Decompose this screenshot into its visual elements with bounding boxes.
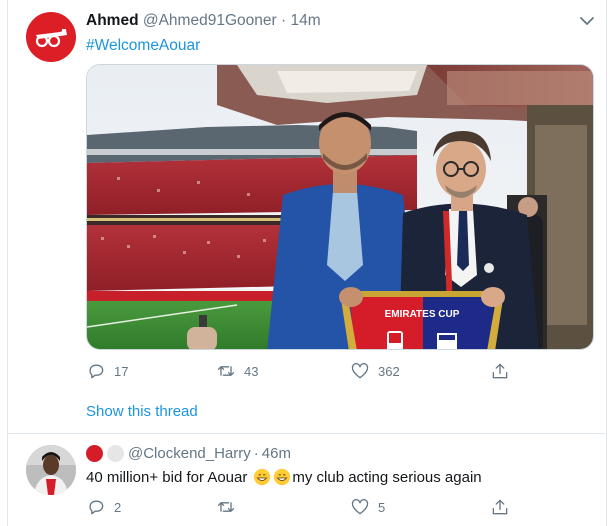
like-button[interactable]: 362 <box>350 359 400 383</box>
emirates-cup-pennant: EMIRATES CUP <box>341 291 503 349</box>
display-name[interactable]: Ahmed <box>86 12 139 29</box>
timeline-column: Ahmed @Ahmed91Gooner · 14m #WelcomeAouar <box>7 0 607 526</box>
reply-icon <box>89 500 104 515</box>
show-thread-link[interactable]: Show this thread <box>86 403 198 420</box>
retweet-icon <box>217 502 235 512</box>
reply-text: 40 million+ bid for Aouar my club acting… <box>86 468 482 486</box>
heart-icon <box>351 363 369 379</box>
avatar-photo <box>26 445 76 495</box>
tweet[interactable]: Ahmed @Ahmed91Gooner · 14m #WelcomeAouar <box>8 0 606 434</box>
reply-button[interactable]: 17 <box>86 359 128 383</box>
white-circle-icon <box>107 445 124 462</box>
retweet-button[interactable] <box>216 495 244 519</box>
share-icon <box>492 363 508 379</box>
share-button[interactable] <box>490 495 518 519</box>
pennant-text: EMIRATES CUP <box>385 309 460 320</box>
hashtag-link[interactable]: #WelcomeAouar <box>86 37 200 55</box>
user-handle[interactable]: @Clockend_Harry <box>128 445 251 462</box>
share-icon <box>492 499 508 515</box>
like-button[interactable]: 5 <box>350 495 385 519</box>
reply-icon <box>89 364 104 379</box>
avatar[interactable] <box>26 445 76 495</box>
reply-count: 2 <box>114 499 122 515</box>
red-circle-icon <box>86 445 103 462</box>
avatar[interactable] <box>26 12 76 62</box>
grinning-emoji-icon <box>254 468 271 486</box>
heart-icon <box>351 499 369 515</box>
reply-tweet[interactable]: @Clockend_Harry · 46m 40 million+ bid fo… <box>8 435 606 526</box>
reply-header: @Clockend_Harry · 46m <box>86 445 291 462</box>
tweet-photo[interactable]: EMIRATES CUP <box>86 64 594 350</box>
arsenal-cannon-icon <box>35 29 67 48</box>
retweet-icon <box>217 366 235 376</box>
tweet-header: Ahmed @Ahmed91Gooner · 14m <box>86 12 321 30</box>
reply-count: 17 <box>114 363 129 379</box>
retweet-button[interactable]: 43 <box>216 359 258 383</box>
timestamp[interactable]: 46m <box>262 445 291 462</box>
stadium-photo: EMIRATES CUP <box>87 65 593 349</box>
like-count: 5 <box>378 499 386 515</box>
reply-text-part1: 40 million+ bid for Aouar <box>86 468 248 486</box>
reply-button[interactable]: 2 <box>86 495 121 519</box>
share-button[interactable] <box>490 359 518 383</box>
separator: · <box>253 445 259 462</box>
tweet-actions: 17 43 362 <box>86 359 516 383</box>
reply-actions: 2 5 <box>86 495 516 519</box>
chevron-down-icon[interactable] <box>578 12 596 30</box>
retweet-count: 43 <box>244 363 259 379</box>
reply-text-part2: my club acting serious again <box>292 468 482 486</box>
user-handle[interactable]: @Ahmed91Gooner <box>143 12 277 29</box>
separator: · <box>280 12 287 29</box>
timestamp[interactable]: 14m <box>290 12 320 29</box>
like-count: 362 <box>378 363 400 379</box>
grinning-emoji-icon <box>274 468 291 486</box>
